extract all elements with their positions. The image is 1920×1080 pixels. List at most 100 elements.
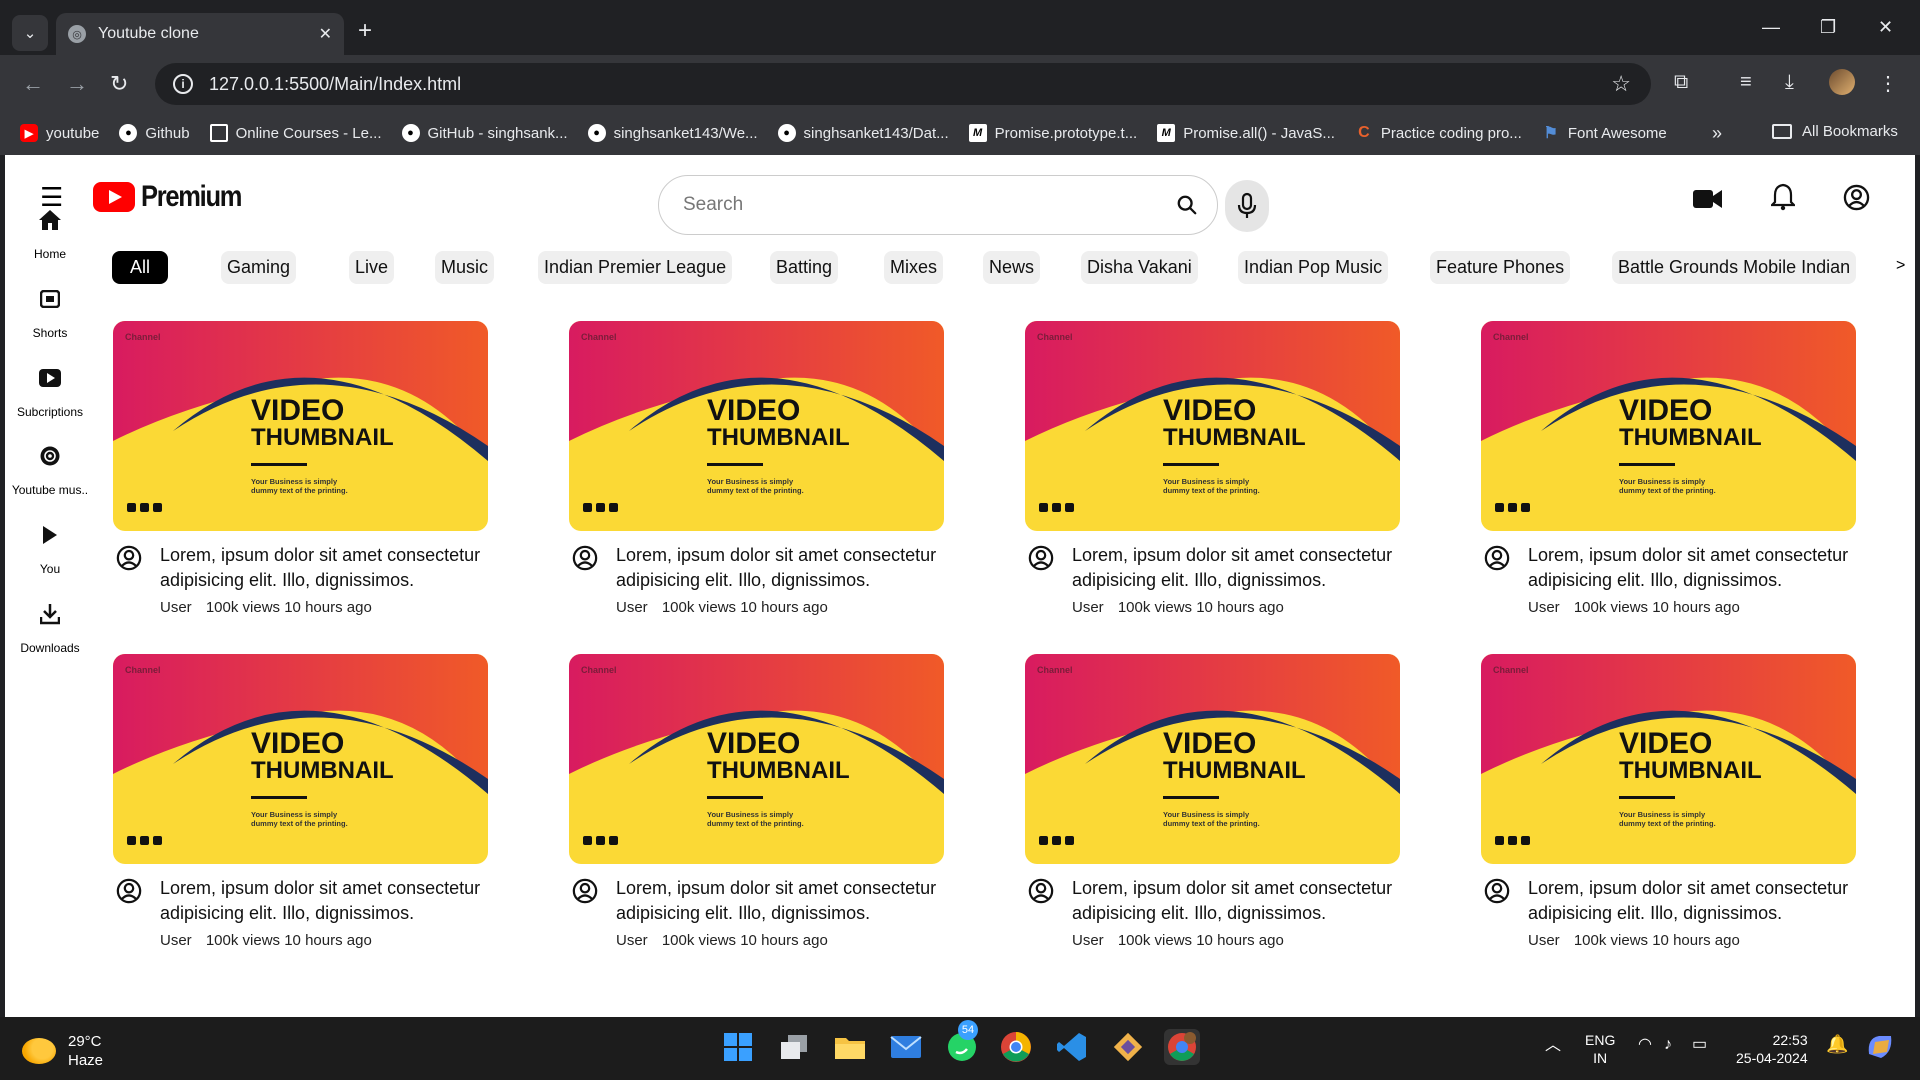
bookmark-singhsanket-dat[interactable]: ● singhsanket143/Dat... [777,124,949,142]
video-title[interactable]: Lorem, ipsum dolor sit amet consectetur … [1072,876,1400,926]
video-card[interactable]: Channel VIDEO THUMBNAIL Your Business is… [1481,654,1856,949]
all-bookmarks[interactable]: All Bookmarks [1772,123,1898,140]
tab-search-chevron-icon[interactable]: ⌄ [12,15,48,51]
search-input[interactable]: Search [683,194,1157,216]
show-hidden-icons-chevron-icon[interactable]: ︿ [1545,1037,1561,1055]
video-thumbnail[interactable]: Channel VIDEO THUMBNAIL Your Business is… [113,321,488,531]
video-title[interactable]: Lorem, ipsum dolor sit amet consectetur … [1072,543,1400,593]
video-title[interactable]: Lorem, ipsum dolor sit amet consectetur … [1528,543,1856,593]
bookmark-star-icon[interactable]: ☆ [1611,71,1631,97]
video-title[interactable]: Lorem, ipsum dolor sit amet consectetur … [616,543,944,593]
video-title[interactable]: Lorem, ipsum dolor sit amet consectetur … [160,543,488,593]
volume-icon[interactable]: ♪ [1664,1036,1672,1054]
mail-icon[interactable] [888,1029,924,1065]
video-card[interactable]: Channel VIDEO THUMBNAIL Your Business is… [113,321,488,616]
channel-name[interactable]: User [1528,599,1560,616]
restore-icon[interactable]: ❐ [1820,17,1836,38]
video-card[interactable]: Channel VIDEO THUMBNAIL Your Business is… [569,654,944,949]
chips-next-arrow-icon[interactable]: > [1896,257,1905,275]
bookmark-font-awesome[interactable]: ⚑ Font Awesome [1542,124,1667,143]
new-tab-plus-icon[interactable]: + [358,17,372,45]
chip-mixes[interactable]: Mixes [884,251,944,284]
git-tool-icon[interactable] [1110,1029,1146,1065]
browser-menu-icon[interactable]: ⋮ [1878,71,1898,96]
chip-news[interactable]: News [983,251,1041,284]
chrome-profile-active-icon[interactable] [1164,1029,1200,1065]
tab-close-icon[interactable]: ✕ [319,24,332,44]
bookmark-online-courses[interactable]: Online Courses - Le... [209,124,382,142]
channel-avatar-icon[interactable] [1028,543,1056,616]
weather-widget[interactable]: 29°C Haze [22,1032,103,1070]
sidebar-item-home[interactable]: Home [5,205,95,261]
channel-name[interactable]: User [1072,932,1104,949]
chip-live[interactable]: Live [349,251,395,284]
profile-avatar[interactable] [1829,69,1855,95]
video-thumbnail[interactable]: Channel VIDEO THUMBNAIL Your Business is… [569,321,944,531]
channel-name[interactable]: User [160,932,192,949]
bookmark-promise-all[interactable]: M Promise.all() - JavaS... [1157,124,1335,142]
video-title[interactable]: Lorem, ipsum dolor sit amet consectetur … [616,876,944,926]
reload-icon[interactable]: ↻ [110,71,128,97]
channel-name[interactable]: User [1072,599,1104,616]
video-thumbnail[interactable]: Channel VIDEO THUMBNAIL Your Business is… [1025,654,1400,864]
bookmark-github[interactable]: ● Github [119,124,190,142]
channel-name[interactable]: User [1528,932,1560,949]
youtube-premium-logo[interactable]: Premium [93,180,259,214]
language-indicator[interactable]: ENG IN [1585,1031,1615,1067]
more-bookmarks-chevron-icon[interactable]: » [1712,123,1722,144]
clock[interactable]: 22:53 25-04-2024 [1736,1031,1808,1067]
channel-avatar-icon[interactable] [1484,543,1512,616]
video-card[interactable]: Channel VIDEO THUMBNAIL Your Business is… [1481,321,1856,616]
video-thumbnail[interactable]: Channel VIDEO THUMBNAIL Your Business is… [1481,654,1856,864]
channel-avatar-icon[interactable] [572,876,600,949]
channel-avatar-icon[interactable] [116,543,144,616]
chip-indian-premier-league[interactable]: Indian Premier League [538,251,733,284]
back-arrow-icon[interactable]: ← [22,71,44,97]
sidebar-item-shorts[interactable]: Shorts [5,284,95,340]
video-card[interactable]: Channel VIDEO THUMBNAIL Your Business is… [1025,321,1400,616]
notification-bell-icon[interactable]: 🔔 [1826,1035,1848,1053]
channel-name[interactable]: User [616,599,648,616]
notifications-bell-icon[interactable] [1769,183,1797,216]
video-card[interactable]: Channel VIDEO THUMBNAIL Your Business is… [113,654,488,949]
address-bar[interactable]: i 127.0.0.1:5500/Main/Index.html ☆ [155,63,1651,105]
sidebar-item-downloads[interactable]: Downloads [5,599,95,655]
bookmark-youtube[interactable]: ▶ youtube [20,124,99,142]
bookmark-practice-coding[interactable]: C Practice coding pro... [1355,124,1522,142]
chip-batting[interactable]: Batting [770,251,839,284]
search-bar[interactable]: Search [658,175,1218,235]
window-close-icon[interactable]: ✕ [1878,17,1893,38]
video-title[interactable]: Lorem, ipsum dolor sit amet consectetur … [160,876,488,926]
channel-avatar-icon[interactable] [1028,876,1056,949]
extensions-icon[interactable]: ⧉ [1674,71,1688,94]
copilot-icon[interactable] [1862,1029,1898,1065]
chip-gaming[interactable]: Gaming [221,251,297,284]
channel-avatar-icon[interactable] [1484,876,1512,949]
chip-indian-pop-music[interactable]: Indian Pop Music [1238,251,1389,284]
minimize-icon[interactable]: — [1762,17,1780,38]
chip-battle-grounds-mobile-indian[interactable]: Battle Grounds Mobile Indian [1612,251,1857,284]
vscode-icon[interactable] [1054,1029,1090,1065]
battery-icon[interactable]: ▭ [1692,1036,1707,1054]
forward-arrow-icon[interactable]: → [66,71,88,97]
task-view-icon[interactable] [776,1029,812,1065]
video-card[interactable]: Channel VIDEO THUMBNAIL Your Business is… [569,321,944,616]
sidebar-item-youtube-music[interactable]: Youtube mus.. [5,441,95,497]
search-icon[interactable] [1157,194,1217,216]
wifi-icon[interactable]: ◠ [1638,1036,1652,1054]
create-video-icon[interactable] [1693,189,1723,214]
browser-tab-active[interactable]: ◎ Youtube clone ✕ [56,13,344,55]
video-thumbnail[interactable]: Channel VIDEO THUMBNAIL Your Business is… [569,654,944,864]
downloads-icon[interactable]: ⤓ [1785,71,1794,94]
video-thumbnail[interactable]: Channel VIDEO THUMBNAIL Your Business is… [1025,321,1400,531]
microphone-icon[interactable] [1225,180,1269,232]
bookmark-promise-prototype[interactable]: M Promise.prototype.t... [968,124,1137,142]
site-info-icon[interactable]: i [173,74,193,94]
video-thumbnail[interactable]: Channel VIDEO THUMBNAIL Your Business is… [113,654,488,864]
windows-start-icon[interactable] [720,1029,756,1065]
video-title[interactable]: Lorem, ipsum dolor sit amet consectetur … [1528,876,1856,926]
channel-avatar-icon[interactable] [116,876,144,949]
sidebar-item-subscriptions[interactable]: Subcriptions [5,363,95,419]
channel-name[interactable]: User [160,599,192,616]
chrome-icon[interactable] [998,1029,1034,1065]
